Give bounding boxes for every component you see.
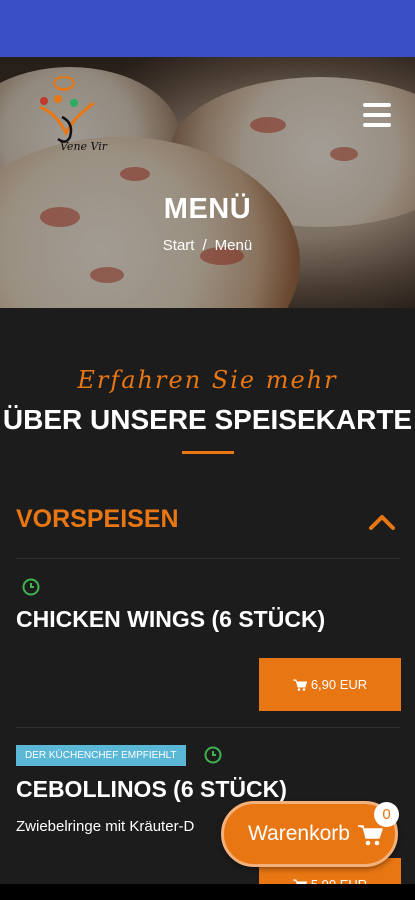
- breadcrumb-current: Menü: [214, 237, 253, 254]
- divider: [16, 558, 400, 559]
- chevron-up-icon[interactable]: [368, 513, 396, 531]
- cart-label: Warenkorb: [248, 822, 350, 845]
- system-navigation-bar: [0, 884, 415, 900]
- divider: [16, 727, 400, 728]
- add-to-cart-button[interactable]: 6,90 EUR: [259, 658, 401, 711]
- page-title: MENÜ: [163, 193, 252, 225]
- clock-icon: [204, 746, 222, 764]
- menu-item-description: Zwiebelringe mit Kräuter-D: [16, 818, 195, 835]
- cart-icon: [358, 825, 383, 846]
- chef-recommends-badge: DER KÜCHENCHEF EMPFIEHLT: [16, 745, 186, 766]
- section-subtitle: Erfahren Sie mehr: [77, 366, 338, 394]
- menu-item-name: CHICKEN WINGS (6 STÜCK): [16, 606, 326, 632]
- cart-icon: [292, 679, 307, 691]
- title-underline: [182, 451, 234, 454]
- cart-count-badge: 0: [374, 802, 399, 827]
- logo-text: Vene Vir: [60, 140, 108, 153]
- breadcrumb-home-link[interactable]: Start: [163, 237, 195, 254]
- menu-item-name: CEBOLLINOS (6 STÜCK): [16, 776, 287, 802]
- breadcrumb-separator: /: [202, 237, 207, 254]
- section-title: ÜBER UNSERE SPEISEKARTE: [2, 404, 413, 435]
- category-header-vorspeisen[interactable]: VORSPEISEN: [16, 505, 400, 539]
- breadcrumb: Start / Menü: [0, 237, 415, 254]
- clock-icon: [22, 578, 40, 596]
- price-label: 6,90 EUR: [310, 677, 368, 692]
- cart-button[interactable]: Warenkorb: [221, 801, 398, 867]
- status-bar: [0, 0, 415, 57]
- category-label: VORSPEISEN: [16, 505, 179, 533]
- hamburger-menu-icon[interactable]: [363, 103, 391, 127]
